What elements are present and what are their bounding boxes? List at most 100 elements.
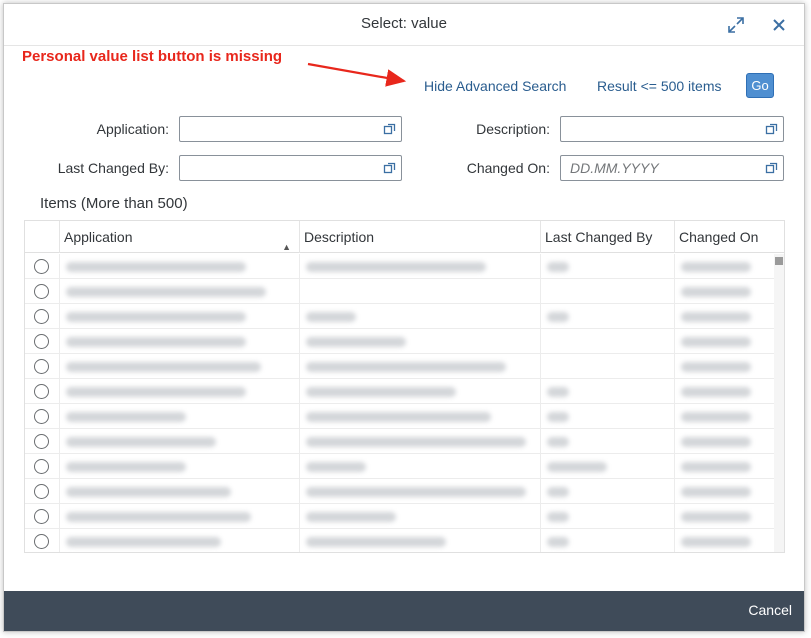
row-select-radio[interactable] [34,459,49,474]
description-input[interactable] [560,116,784,142]
table-row[interactable] [25,504,784,529]
table-scrollbar-thumb[interactable] [775,257,783,265]
table-row[interactable] [25,354,784,379]
redacted-text [306,412,491,422]
table-cell-redacted [674,529,774,552]
row-select-radio[interactable] [34,484,49,499]
table-cell-redacted [299,304,540,329]
table-row[interactable] [25,279,784,304]
table-cell-redacted [59,354,299,379]
table-cell-redacted [59,254,299,279]
cancel-button[interactable]: Cancel [748,602,792,618]
row-select-radio[interactable] [34,334,49,349]
redacted-text [681,337,751,347]
table-row[interactable] [25,254,784,279]
table-cell-redacted [299,479,540,504]
table-header: Application ▲ Description Last Changed B… [25,221,784,253]
redacted-text [306,337,406,347]
table-row[interactable] [25,479,784,504]
redacted-text [681,462,751,472]
table-cell-redacted [674,404,774,429]
value-help-icon[interactable] [383,161,397,175]
table-cell-redacted [674,279,774,304]
row-select-radio[interactable] [34,309,49,324]
redacted-text [306,512,396,522]
annotation-arrow-icon [307,62,407,87]
close-icon[interactable] [767,13,791,37]
application-input[interactable] [179,116,402,142]
table-cell-redacted [59,429,299,454]
table-body [25,254,784,552]
table-cell-redacted [299,404,540,429]
table-row[interactable] [25,304,784,329]
last-changed-by-input[interactable] [179,155,402,181]
changed-on-input[interactable]: DD.MM.YYYY [560,155,784,181]
table-row[interactable] [25,379,784,404]
go-button[interactable]: Go [746,73,774,98]
table-row[interactable] [25,404,784,429]
row-select-radio[interactable] [34,434,49,449]
column-header-last-changed-by[interactable]: Last Changed By [540,221,674,253]
table-cell-redacted [540,429,674,454]
table-row[interactable] [25,429,784,454]
table-cell-redacted [540,254,674,279]
row-select-radio[interactable] [34,409,49,424]
table-row[interactable] [25,329,784,354]
table-cell-redacted [59,529,299,552]
redacted-text [306,262,486,272]
table-cell-redacted [59,279,299,304]
redacted-text [547,387,569,397]
description-label: Description: [476,121,550,137]
table-cell-redacted [299,354,540,379]
redacted-text [66,387,246,397]
table-cell-redacted [540,404,674,429]
row-select-radio[interactable] [34,534,49,549]
redacted-text [66,287,266,297]
row-select-radio[interactable] [34,259,49,274]
value-help-icon[interactable] [765,122,779,136]
redacted-text [681,312,751,322]
maximize-icon[interactable] [724,13,748,37]
redacted-text [681,287,751,297]
column-header-application[interactable]: Application ▲ [59,221,299,253]
table-cell-redacted [540,379,674,404]
row-select-radio[interactable] [34,509,49,524]
redacted-text [681,387,751,397]
value-help-icon[interactable] [765,161,779,175]
table-cell-redacted [540,354,674,379]
redacted-text [66,362,261,372]
redacted-text [681,262,751,272]
redacted-text [681,362,751,372]
table-cell-redacted [540,279,674,304]
table-row[interactable] [25,454,784,479]
redacted-text [66,412,186,422]
redacted-text [547,262,569,272]
column-header-description[interactable]: Description [299,221,540,253]
table-cell-redacted [299,454,540,479]
table-row[interactable] [25,529,784,552]
redacted-text [547,487,569,497]
redacted-text [547,462,607,472]
table-cell-redacted [674,354,774,379]
redacted-text [66,512,251,522]
row-select-radio[interactable] [34,384,49,399]
table-scrollbar[interactable] [774,254,784,552]
table-cell-redacted [674,454,774,479]
table-cell-redacted [299,504,540,529]
table-cell-redacted [59,329,299,354]
table-cell-redacted [674,329,774,354]
column-header-changed-on[interactable]: Changed On [674,221,774,253]
table-cell-redacted [540,529,674,552]
value-help-icon[interactable] [383,122,397,136]
redacted-text [306,462,366,472]
redacted-text [306,387,456,397]
redacted-text [66,462,186,472]
redacted-text [681,512,751,522]
table-cell-redacted [59,304,299,329]
application-label: Application: [96,121,169,137]
table-cell-redacted [299,379,540,404]
row-select-radio[interactable] [34,284,49,299]
hide-advanced-search-link[interactable]: Hide Advanced Search [424,78,566,94]
row-select-radio[interactable] [34,359,49,374]
table-cell-redacted [59,479,299,504]
